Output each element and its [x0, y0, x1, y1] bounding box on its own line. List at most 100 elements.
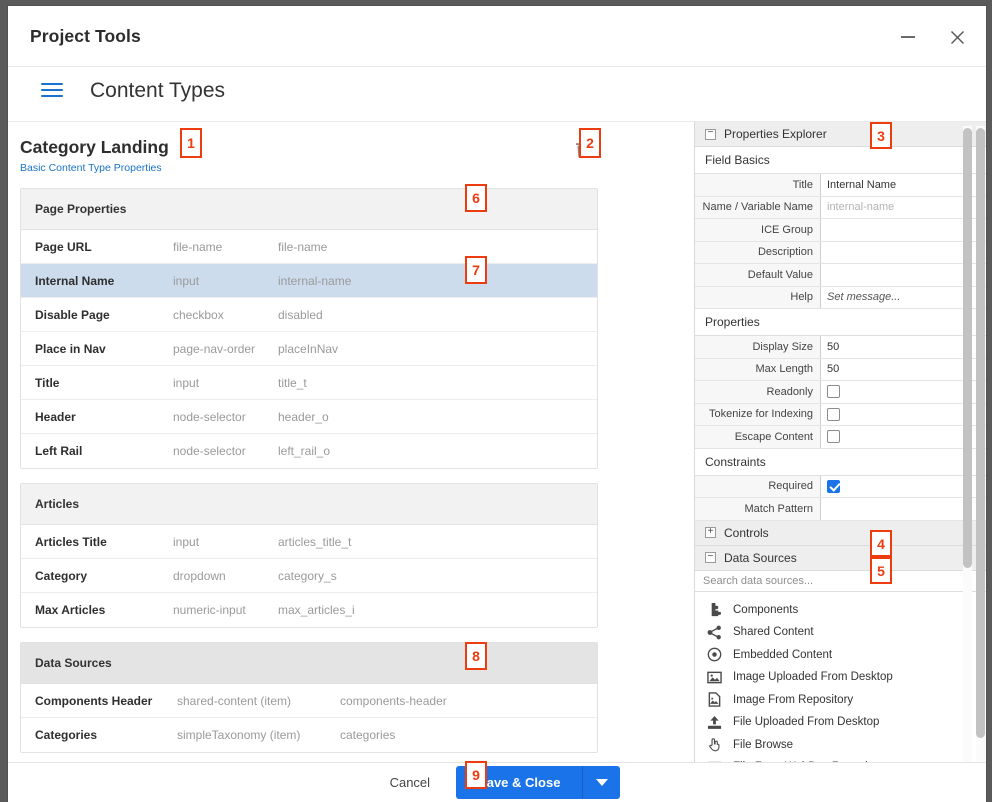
property-row-help[interactable]: Help Set message...	[695, 286, 986, 309]
field-name: Disable Page	[35, 307, 110, 322]
property-row-required[interactable]: Required	[695, 475, 986, 498]
datasources-section-header[interactable]: − Data Sources	[695, 545, 986, 571]
data-source-file-uploaded-desktop[interactable]: File Uploaded From Desktop	[695, 711, 986, 734]
share-icon	[706, 624, 722, 640]
properties-explorer-header[interactable]: − Properties Explorer	[695, 122, 986, 147]
property-label: Default Value	[695, 264, 821, 286]
property-row-name-variable[interactable]: Name / Variable Name internal-name	[695, 196, 986, 219]
property-value	[821, 475, 986, 497]
field-name: Categories	[35, 728, 98, 742]
annotation-marker-3: 3	[870, 122, 892, 149]
save-options-dropdown-button[interactable]	[582, 766, 621, 799]
property-label: Readonly	[695, 381, 821, 403]
collapse-icon[interactable]: −	[705, 552, 716, 563]
hand-pointer-icon	[706, 737, 722, 753]
property-value[interactable]: 50	[821, 358, 986, 380]
table-row[interactable]: Disable Page checkbox disabled	[21, 298, 597, 332]
escape-content-checkbox[interactable]	[827, 430, 840, 444]
table-row[interactable]: Header node-selector header_o	[21, 400, 597, 434]
dialog-footer: Cancel Save & Close	[8, 762, 986, 802]
field-id: articles_title_t	[278, 534, 352, 549]
field-id: categories	[340, 728, 396, 742]
field-type: numeric-input	[173, 603, 246, 617]
property-label: Name / Variable Name	[695, 196, 821, 218]
table-row[interactable]: Left Rail node-selector left_rail_o	[21, 434, 597, 468]
property-row-max-length[interactable]: Max Length 50	[695, 358, 986, 381]
property-row-default-value[interactable]: Default Value	[695, 264, 986, 287]
property-label: Description	[695, 241, 821, 263]
field-id: header_o	[278, 409, 329, 424]
property-value[interactable]	[821, 498, 986, 520]
property-value[interactable]: Set message...	[821, 286, 986, 308]
property-value[interactable]: internal-name	[821, 196, 986, 218]
cancel-button[interactable]: Cancel	[374, 767, 446, 798]
table-row[interactable]: Components Header shared-content (item) …	[21, 684, 597, 718]
table-row[interactable]: Articles Title input articles_title_t	[21, 525, 597, 559]
table-row[interactable]: Category dropdown category_s	[21, 559, 597, 593]
property-value[interactable]	[821, 219, 986, 241]
search-data-sources-input[interactable]: Search data sources...	[695, 570, 986, 592]
property-label: Escape Content	[695, 426, 821, 448]
table-row[interactable]: Title input title_t	[21, 366, 597, 400]
content-type-pane: Category Landing Basic Content Type Prop…	[8, 122, 685, 762]
minimize-button[interactable]	[893, 22, 923, 52]
data-source-image-from-repository[interactable]: Image From Repository	[695, 689, 986, 712]
controls-section-header[interactable]: + Controls	[695, 520, 986, 546]
close-button[interactable]	[942, 22, 972, 52]
data-source-components[interactable]: Components	[695, 599, 986, 622]
scrollbar-thumb[interactable]	[976, 128, 985, 738]
section-card-page-properties: Page Properties Page URL file-name file-…	[20, 188, 598, 469]
data-source-shared-content[interactable]: Shared Content	[695, 621, 986, 644]
property-row-ice-group[interactable]: ICE Group	[695, 219, 986, 242]
data-source-image-uploaded-desktop[interactable]: Image Uploaded From Desktop	[695, 666, 986, 689]
table-row[interactable]: Max Articles numeric-input max_articles_…	[21, 593, 597, 627]
basic-properties-link[interactable]: Basic Content Type Properties	[20, 162, 665, 174]
data-source-file-browse[interactable]: File Browse	[695, 734, 986, 757]
collapse-icon[interactable]: −	[705, 128, 716, 140]
data-sources-list: Components Shared Content Embedded Conte…	[695, 591, 986, 762]
property-row-display-size[interactable]: Display Size 50	[695, 336, 986, 359]
group-heading-properties: Properties	[695, 309, 986, 336]
property-label: Help	[695, 286, 821, 308]
field-name: Max Articles	[35, 603, 106, 617]
property-label: ICE Group	[695, 219, 821, 241]
table-row[interactable]: Page URL file-name file-name	[21, 230, 597, 264]
data-source-label: Embedded Content	[733, 648, 833, 661]
field-type: node-selector	[173, 444, 246, 458]
data-source-embedded-content[interactable]: Embedded Content	[695, 644, 986, 667]
table-row[interactable]: Place in Nav page-nav-order placeInNav	[21, 332, 597, 366]
expand-icon[interactable]: +	[705, 527, 716, 538]
components-icon	[706, 602, 722, 618]
data-source-label: Components	[733, 603, 799, 616]
page-title: Content Types	[90, 79, 226, 102]
field-id: placeInNav	[278, 341, 339, 356]
property-value[interactable]	[821, 241, 986, 263]
property-value	[821, 381, 986, 403]
property-value[interactable]: 50	[821, 336, 986, 358]
readonly-checkbox[interactable]	[827, 385, 840, 399]
field-type: page-nav-order	[173, 341, 256, 356]
property-row-tokenize[interactable]: Tokenize for Indexing	[695, 403, 986, 426]
property-row-title[interactable]: Title Internal Name	[695, 174, 986, 197]
field-type: dropdown	[173, 568, 226, 583]
required-checkbox[interactable]	[827, 479, 840, 493]
property-value[interactable]: Internal Name	[821, 174, 986, 196]
table-row[interactable]: Categories simpleTaxonomy (item) categor…	[21, 718, 597, 752]
table-row-selected[interactable]: Internal Name input internal-name	[21, 264, 597, 298]
properties-panel-scrollbar[interactable]	[963, 126, 972, 762]
tokenize-checkbox[interactable]	[827, 407, 840, 421]
property-label: Required	[695, 475, 821, 497]
field-id: disabled	[278, 307, 323, 322]
scrollbar-thumb[interactable]	[963, 128, 972, 568]
menu-icon[interactable]	[41, 83, 63, 105]
annotation-marker-5: 5	[870, 557, 892, 584]
annotation-marker-9: 9	[465, 761, 487, 789]
property-value	[821, 426, 986, 448]
dialog-scrollbar[interactable]	[976, 126, 985, 762]
field-name: Left Rail	[35, 444, 83, 458]
property-row-readonly[interactable]: Readonly	[695, 381, 986, 404]
property-value[interactable]	[821, 264, 986, 286]
property-row-description[interactable]: Description	[695, 241, 986, 264]
property-row-match-pattern[interactable]: Match Pattern	[695, 498, 986, 521]
property-row-escape-content[interactable]: Escape Content	[695, 426, 986, 449]
